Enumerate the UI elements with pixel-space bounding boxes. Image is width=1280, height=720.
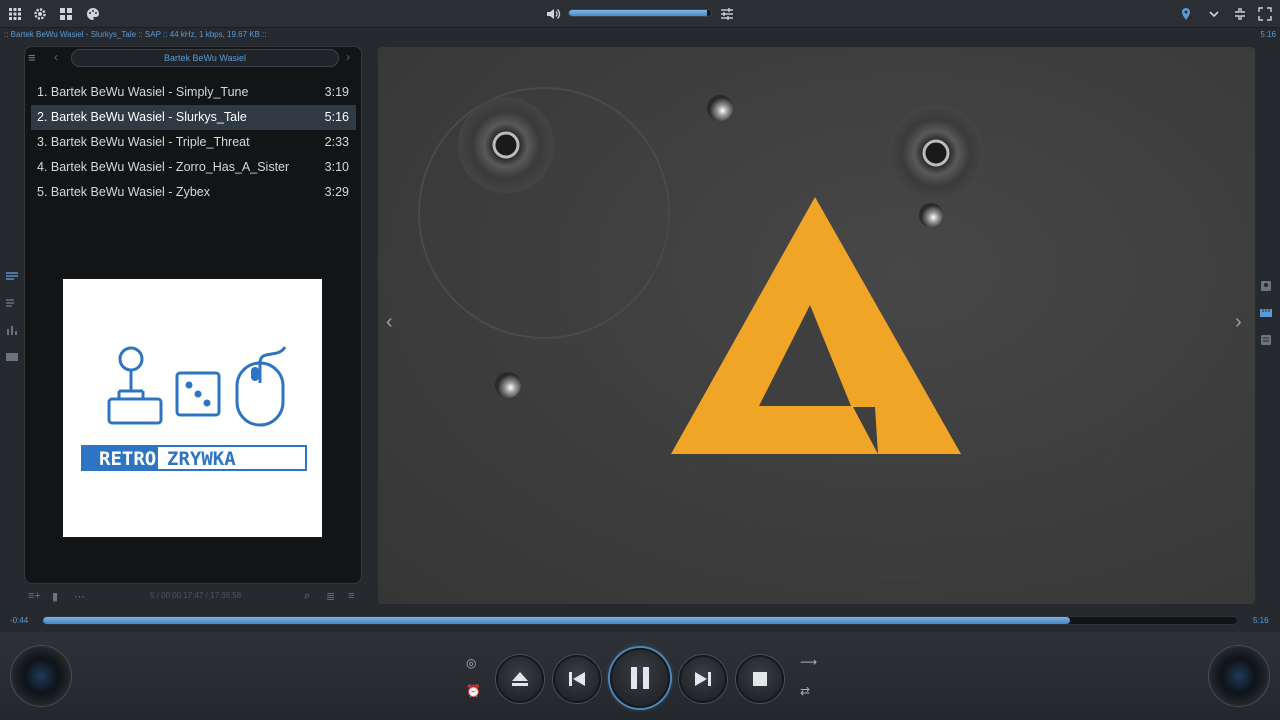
chevron-left-icon[interactable]: ‹ bbox=[54, 50, 58, 64]
aimp-logo-visual bbox=[418, 76, 1149, 578]
search-icon[interactable]: ⌕ bbox=[304, 590, 310, 603]
apps-grid-icon[interactable] bbox=[7, 6, 23, 22]
progress-row: -0:44 5:16 bbox=[0, 613, 1280, 629]
track-duration: 3:29 bbox=[324, 185, 349, 199]
left-sidebar bbox=[6, 268, 20, 376]
podcast-icon[interactable]: ◎ bbox=[466, 656, 476, 670]
track-list: 1. Bartek BeWu Wasiel - Simply_Tune 3:19… bbox=[31, 80, 356, 205]
queue-icon[interactable] bbox=[6, 295, 18, 307]
track-title: 2. Bartek BeWu Wasiel - Slurkys_Tale bbox=[37, 110, 247, 124]
next-icon bbox=[695, 672, 711, 686]
track-row[interactable]: 4. Bartek BeWu Wasiel - Zorro_Has_A_Sist… bbox=[31, 155, 356, 180]
video-icon[interactable] bbox=[6, 349, 18, 361]
track-row[interactable]: 3. Bartek BeWu Wasiel - Triple_Threat 2:… bbox=[31, 130, 356, 155]
track-title: 3. Bartek BeWu Wasiel - Triple_Threat bbox=[37, 135, 250, 149]
location-pin-icon[interactable] bbox=[1178, 6, 1194, 22]
minimize-icon[interactable] bbox=[1232, 6, 1248, 22]
stop-button[interactable] bbox=[736, 655, 784, 703]
playlist-status: 5 / 00:00:17:47 / 17:36:58 bbox=[150, 591, 242, 600]
stop-icon bbox=[753, 672, 767, 686]
volume-slider[interactable] bbox=[568, 9, 712, 17]
album-cover: RETRO ZRYWKA bbox=[63, 279, 322, 537]
alarm-add-icon[interactable]: ⏰ bbox=[466, 684, 481, 698]
playlist-title[interactable]: Bartek BeWu Wasiel bbox=[71, 49, 339, 67]
previous-visual-icon[interactable]: ‹ bbox=[386, 311, 393, 334]
track-row[interactable]: 5. Bartek BeWu Wasiel - Zybex 3:29 bbox=[31, 180, 356, 205]
gear-icon[interactable] bbox=[32, 6, 48, 22]
logo-text-left: RETRO bbox=[99, 448, 156, 470]
chevron-right-icon[interactable]: › bbox=[346, 50, 350, 64]
top-bar bbox=[0, 0, 1280, 28]
playlist-header: ≡ ‹ Bartek BeWu Wasiel › bbox=[24, 48, 362, 68]
menu-icon[interactable]: ≡ bbox=[28, 51, 42, 65]
track-row[interactable]: 1. Bartek BeWu Wasiel - Simply_Tune 3:19 bbox=[31, 80, 356, 105]
track-title: 1. Bartek BeWu Wasiel - Simply_Tune bbox=[37, 85, 249, 99]
previous-button[interactable] bbox=[553, 655, 601, 703]
eject-icon bbox=[512, 672, 528, 686]
right-speaker-decoration bbox=[1208, 645, 1270, 707]
repeat-icon[interactable]: ⇄ bbox=[800, 684, 810, 698]
total-time: 5:16 bbox=[1253, 616, 1269, 625]
sort-icon[interactable]: ≣ bbox=[326, 590, 335, 603]
track-duration: 5:16 bbox=[324, 110, 349, 124]
list-menu-icon[interactable]: ≡ bbox=[348, 590, 354, 602]
fullscreen-icon[interactable] bbox=[1257, 6, 1273, 22]
palette-icon[interactable] bbox=[85, 6, 101, 22]
track-info-bar: :: Bartek BeWu Wasiel - Slurkys_Tale :: … bbox=[0, 28, 1280, 42]
pause-icon bbox=[631, 667, 649, 689]
previous-icon bbox=[569, 672, 585, 686]
visualization-icon[interactable] bbox=[1260, 305, 1272, 317]
pause-button[interactable] bbox=[610, 648, 670, 708]
elapsed-time: -0:44 bbox=[10, 616, 29, 625]
notes-icon[interactable] bbox=[1260, 332, 1272, 345]
next-visual-icon[interactable]: › bbox=[1235, 311, 1242, 334]
right-sidebar bbox=[1260, 278, 1274, 359]
eject-button[interactable] bbox=[496, 655, 544, 703]
next-button[interactable] bbox=[679, 655, 727, 703]
add-icon[interactable]: ≡+ bbox=[28, 590, 41, 602]
track-row-active[interactable]: 2. Bartek BeWu Wasiel - Slurkys_Tale 5:1… bbox=[31, 105, 356, 130]
volume-level bbox=[569, 10, 707, 16]
logo-text-right: ZRYWKA bbox=[167, 448, 236, 470]
seek-progress bbox=[43, 617, 1070, 624]
track-duration: 3:10 bbox=[324, 160, 349, 174]
track-info-time: 5:16 bbox=[1260, 30, 1276, 39]
trash-icon[interactable]: ▮ bbox=[52, 590, 58, 603]
shuffle-icon[interactable]: ⟶ bbox=[800, 655, 817, 669]
retrozrywka-logo: RETRO ZRYWKA bbox=[81, 346, 307, 471]
track-info-text: :: Bartek BeWu Wasiel - Slurkys_Tale :: … bbox=[4, 30, 267, 39]
visualization-area: ‹ › bbox=[378, 47, 1255, 604]
chevron-down-icon[interactable] bbox=[1206, 6, 1222, 22]
more-icon[interactable]: ⋯ bbox=[74, 590, 85, 603]
track-title: 4. Bartek BeWu Wasiel - Zorro_Has_A_Sist… bbox=[37, 160, 290, 174]
equalizer-icon[interactable] bbox=[719, 6, 735, 22]
playlist-footer: ≡+ ▮ ⋯ 5 / 00:00:17:47 / 17:36:58 ⌕ ≣ ≡ bbox=[24, 588, 362, 604]
playlist-icon[interactable] bbox=[6, 268, 18, 280]
contact-icon[interactable] bbox=[1260, 278, 1272, 291]
grid-icon[interactable] bbox=[58, 6, 74, 22]
track-duration: 2:33 bbox=[324, 135, 349, 149]
stats-icon[interactable] bbox=[6, 322, 18, 335]
track-duration: 3:19 bbox=[324, 85, 349, 99]
track-title: 5. Bartek BeWu Wasiel - Zybex bbox=[37, 185, 210, 199]
volume-icon[interactable] bbox=[545, 6, 561, 22]
seek-bar[interactable] bbox=[42, 616, 1238, 625]
left-speaker-decoration bbox=[10, 645, 72, 707]
